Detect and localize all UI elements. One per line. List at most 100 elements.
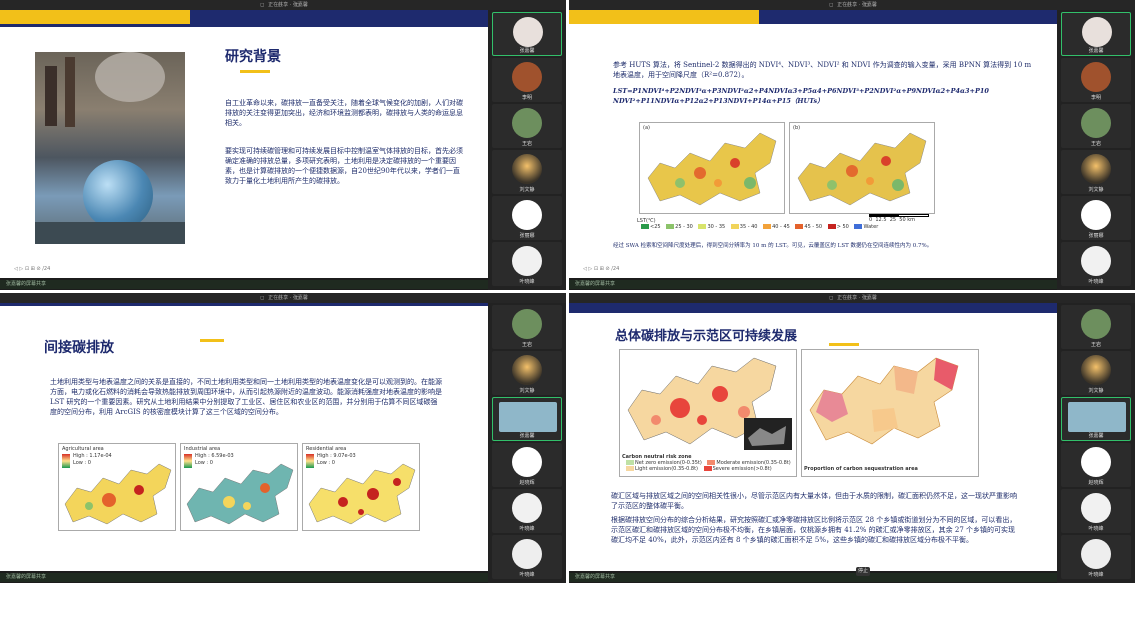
huts-formula: LST=P1NDVI⁴+P2NDVI³α+P3NDVI²α2+P4NDVIα3+… (613, 87, 989, 105)
participant-tile[interactable]: 王岩 (492, 104, 562, 148)
slide-paragraph: 要实现可持续碳管理和可持续发展目标中控制温室气体排放的目标，首先必须确定准确的排… (225, 147, 463, 185)
scale-bar: 0 12.5 25 50 km (869, 214, 929, 223)
risk-legend: Carbon neutral risk zone Net zero emissi… (622, 454, 794, 472)
participant-tile[interactable]: 张嘉馨 (1061, 12, 1131, 56)
title-accent-bar (200, 339, 224, 342)
avatar (512, 355, 542, 385)
slide-title: 总体碳排放与示范区可持续发展 (615, 329, 798, 344)
kernel-density-map: Industrial area High : 6.59e-03 Low : 0 (180, 443, 298, 531)
avatar (512, 154, 542, 184)
share-status-bar: 张嘉馨的屏幕共享 (0, 573, 566, 582)
avatar (512, 539, 542, 569)
legend-item: > 50 (836, 224, 849, 230)
participant-tile[interactable]: 刘文静 (492, 351, 562, 395)
participant-name: 叶晓峰 (1088, 526, 1104, 532)
participant-tile[interactable]: 李明 (1061, 58, 1131, 102)
carbon-risk-map-shape (627, 357, 792, 450)
participant-tile[interactable]: 刘文静 (1061, 150, 1131, 194)
window-controls-icon[interactable]: ◻ ◻ ◻ (0, 0, 566, 10)
page-indicator: /24 (42, 266, 51, 272)
slide-page-controls[interactable]: ◁ ▷ ⊡ ⊞ ⊘ /24 (14, 266, 50, 272)
industrial-collage-image (35, 52, 185, 244)
participant-tile[interactable]: 张嘉馨 (1061, 397, 1131, 441)
avatar (512, 62, 542, 92)
participant-tile[interactable]: 赵晓辉 (1061, 443, 1131, 487)
avatar (1081, 447, 1111, 477)
share-status-bar: 张嘉馨的屏幕共享 (569, 573, 1135, 582)
participant-tile[interactable]: 王岩 (492, 305, 562, 349)
map-high: High : 9.07e-03 (317, 453, 356, 459)
slide-paragraph: 根据碳排放空间分布的综合分析结果，研究按照碳汇或净零碳排放区比例将示范区 28 … (611, 516, 1017, 544)
participant-tile[interactable]: 王岩 (1061, 104, 1131, 148)
avatar (512, 493, 542, 523)
participant-tile[interactable]: 刘文静 (492, 150, 562, 194)
share-status-bar: 张嘉馨的屏幕共享 (0, 280, 566, 289)
sequestration-legend: Proportion of carbon sequestration area (804, 466, 976, 472)
participant-sidebar: 王岩 刘文静 张嘉馨 赵晓辉 叶晓峰 叶晓峰 (488, 303, 566, 583)
stop-share-button[interactable]: 停止 (856, 567, 870, 576)
window-controls-icon[interactable]: ◻ ◻ ◻ (569, 293, 1135, 303)
participant-tile[interactable]: 张丽娜 (1061, 196, 1131, 240)
avatar (1081, 154, 1111, 184)
participant-tile[interactable]: 叶晓峰 (1061, 489, 1131, 533)
avatar (513, 17, 543, 47)
shared-slide: 研究背景 自工业革命以来，碳排放一直备受关注，随着全球气候变化的加剧，人们对碳排… (0, 10, 488, 278)
slide-paragraph: 自工业革命以来，碳排放一直备受关注，随着全球气候变化的加剧，人们对碳排放的关注变… (225, 99, 463, 127)
participant-name: 刘文静 (519, 388, 535, 394)
meeting-window-bottom-right: ◻ ◻ ◻ 正在共享 · 张嘉馨 总体碳排放与示范区可持续发展 Carbon n… (569, 293, 1135, 583)
lst-map-b-shape (797, 132, 927, 206)
participant-name: 叶晓峰 (1088, 572, 1104, 578)
participant-name: 李明 (1090, 95, 1101, 101)
avatar (1081, 493, 1111, 523)
participant-tile[interactable]: 叶晓峰 (492, 535, 562, 579)
legend-item: <25 (650, 224, 661, 230)
window-controls-icon[interactable]: ◻ ◻ ◻ (569, 0, 1135, 10)
participant-tile[interactable]: 叶晓峰 (492, 242, 562, 286)
slide-ribbon-accent (0, 24, 488, 27)
avatar (1081, 246, 1111, 276)
participant-name: 刘文静 (519, 187, 535, 193)
legend-item: 45 - 50 (804, 224, 823, 230)
slide-ribbon (569, 303, 1057, 313)
participant-tile[interactable]: 王岩 (1061, 305, 1131, 349)
meeting-window-bottom-left: ◻ ◻ ◻ 正在共享 · 张嘉馨 间接碳排放 土地利用类型与地表温度之间的关系是… (0, 293, 566, 583)
slide-ribbon (569, 10, 759, 24)
participant-tile[interactable]: 张嘉馨 (492, 397, 562, 441)
participant-tile[interactable]: 赵晓辉 (492, 443, 562, 487)
participant-name: 张嘉馨 (519, 433, 535, 439)
webcam-video (1068, 402, 1126, 432)
avatar (1081, 200, 1111, 230)
legend-item: Light emission(0.35-0.8t) (635, 466, 698, 472)
participant-tile[interactable]: 张丽娜 (492, 196, 562, 240)
meeting-window-top-right: ◻ ◻ ◻ 正在共享 · 张嘉馨 参考 HUTS 算法，将 Sentinel-2… (569, 0, 1135, 290)
map-label: Industrial area (184, 446, 221, 452)
slide-paragraph: 碳汇区域与排放区域之间的空间相关性很小，尽管示范区内有大量水体，但由于水质的限制… (611, 492, 1017, 510)
participant-name: 王岩 (521, 342, 532, 348)
participant-name: 叶晓峰 (519, 526, 535, 532)
title-accent-bar (829, 343, 859, 346)
share-status-text: 张嘉馨的屏幕共享 (6, 574, 47, 580)
map-high: High : 6.59e-03 (195, 453, 234, 459)
meeting-title-bar: ◻ ◻ ◻ 正在共享 · 张嘉馨 (569, 293, 1135, 303)
participant-name: 叶晓峰 (519, 572, 535, 578)
avatar (1081, 355, 1111, 385)
meeting-title-bar: ◻ ◻ ◻ 正在共享 · 张嘉馨 (0, 293, 566, 303)
participant-tile[interactable]: 刘文静 (1061, 351, 1131, 395)
participant-tile[interactable]: 叶晓峰 (1061, 535, 1131, 579)
avatar (512, 200, 542, 230)
avatar (1081, 62, 1111, 92)
map-low: Low : 0 (195, 460, 213, 466)
participant-tile[interactable]: 李明 (492, 58, 562, 102)
meeting-title-bar: ◻ ◻ ◻ 正在共享 · 张嘉馨 (0, 0, 566, 10)
participant-tile[interactable]: 张嘉馨 (492, 12, 562, 56)
slide-ribbon (759, 10, 1057, 24)
participant-sidebar: 张嘉馨 李明 王岩 刘文静 张丽娜 叶晓峰 (488, 10, 566, 290)
participant-name: 叶晓峰 (519, 279, 535, 285)
meeting-title-bar: ◻ ◻ ◻ 正在共享 · 张嘉馨 (569, 0, 1135, 10)
slide-page-controls[interactable]: ◁ ▷ ⊡ ⊞ ⊘ /24 (583, 266, 619, 272)
map-low: Low : 0 (317, 460, 335, 466)
participant-tile[interactable]: 叶晓峰 (1061, 242, 1131, 286)
participant-tile[interactable]: 叶晓峰 (492, 489, 562, 533)
window-controls-icon[interactable]: ◻ ◻ ◻ (0, 293, 566, 303)
webcam-video (499, 402, 557, 432)
